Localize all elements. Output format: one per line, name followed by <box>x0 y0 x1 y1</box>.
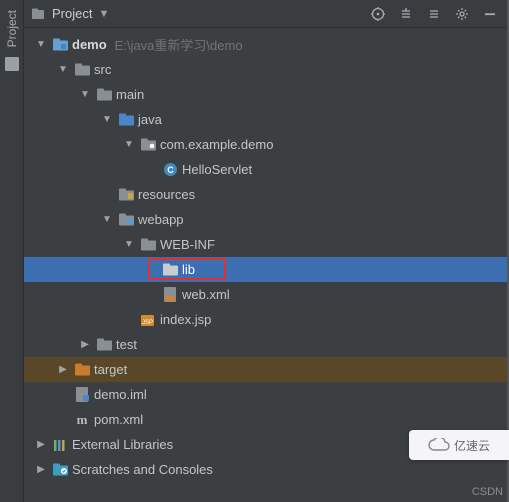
expand-all-icon[interactable] <box>395 3 417 25</box>
tree-label: java <box>138 112 162 127</box>
chevron-right-icon[interactable]: ▶ <box>78 339 92 350</box>
target-folder-icon <box>74 362 90 378</box>
tree-node-webxml[interactable]: ▼ web.xml <box>24 282 507 307</box>
module-folder-icon <box>52 37 68 53</box>
svg-text:C: C <box>167 165 174 175</box>
locate-icon[interactable] <box>367 3 389 25</box>
collapse-all-icon[interactable] <box>423 3 445 25</box>
tree-path-hint: E:\java重新学习\demo <box>115 35 243 54</box>
tree-node-webapp[interactable]: ▼ webapp <box>24 207 507 232</box>
tree-label: External Libraries <box>72 437 173 452</box>
tree-node-src[interactable]: ▼ src <box>24 57 507 82</box>
folder-icon <box>96 87 112 103</box>
csdn-watermark: CSDN <box>472 486 503 498</box>
tree-node-main[interactable]: ▼ main <box>24 82 507 107</box>
folder-icon <box>140 237 156 253</box>
tool-window-stripe[interactable]: Project <box>0 0 24 502</box>
tree-label: src <box>94 62 111 77</box>
chevron-down-icon[interactable]: ▼ <box>100 114 114 125</box>
tree-label: demo <box>72 37 107 52</box>
tree-node-java[interactable]: ▼ java <box>24 107 507 132</box>
library-icon <box>52 437 68 453</box>
maven-file-icon: m <box>74 412 90 428</box>
tree-label: Scratches and Consoles <box>72 462 213 477</box>
tree-node-test[interactable]: ▶ test <box>24 332 507 357</box>
chevron-down-icon[interactable]: ▼ <box>56 64 70 75</box>
tree-label: WEB-INF <box>160 237 215 252</box>
tree-label: main <box>116 87 144 102</box>
tree-node-webinf[interactable]: ▼ WEB-INF <box>24 232 507 257</box>
cloud-watermark: 亿速云 <box>409 430 509 460</box>
svg-text:JSP: JSP <box>141 320 152 326</box>
project-toolbar: Project ▼ <box>24 0 507 28</box>
tree-node-package[interactable]: ▼ com.example.demo <box>24 132 507 157</box>
xml-file-icon <box>162 287 178 303</box>
chevron-down-icon[interactable]: ▼ <box>100 214 114 225</box>
tree-label: lib <box>182 262 195 277</box>
chevron-right-icon[interactable]: ▶ <box>56 364 70 375</box>
tree-label: resources <box>138 187 195 202</box>
folder-icon <box>96 337 112 353</box>
tree-node-scratches[interactable]: ▶ Scratches and Consoles <box>24 457 507 482</box>
chevron-right-icon[interactable]: ▶ <box>34 439 48 450</box>
tree-node-target[interactable]: ▶ target <box>24 357 507 382</box>
tree-label: index.jsp <box>160 312 211 327</box>
chevron-down-icon[interactable]: ▼ <box>34 39 48 50</box>
tree-node-pom[interactable]: ▼ m pom.xml <box>24 407 507 432</box>
tree-node-class[interactable]: ▼ C HelloServlet <box>24 157 507 182</box>
tree-node-indexjsp[interactable]: ▼ JSP index.jsp <box>24 307 507 332</box>
project-tree[interactable]: ▼ demo E:\java重新学习\demo ▼ src ▼ main <box>24 28 507 482</box>
folder-icon <box>5 57 19 71</box>
tree-label: HelloServlet <box>182 162 252 177</box>
web-folder-icon <box>118 212 134 228</box>
tree-label: pom.xml <box>94 412 143 427</box>
chevron-down-icon[interactable]: ▼ <box>122 139 136 150</box>
tree-label: com.example.demo <box>160 137 273 152</box>
hide-icon[interactable] <box>479 3 501 25</box>
tree-node-lib[interactable]: ▼ lib <box>24 257 507 282</box>
chevron-down-icon[interactable]: ▼ <box>122 239 136 250</box>
tree-node-iml[interactable]: ▼ demo.iml <box>24 382 507 407</box>
iml-file-icon <box>74 387 90 403</box>
folder-icon <box>162 262 178 278</box>
tree-label: web.xml <box>182 287 230 302</box>
project-icon <box>30 6 46 22</box>
source-folder-icon <box>118 112 134 128</box>
tree-label: test <box>116 337 137 352</box>
jsp-file-icon: JSP <box>140 312 156 328</box>
settings-icon[interactable] <box>451 3 473 25</box>
chevron-right-icon[interactable]: ▶ <box>34 464 48 475</box>
tree-node-resources[interactable]: ▼ resources <box>24 182 507 207</box>
tree-label: demo.iml <box>94 387 147 402</box>
tree-label: target <box>94 362 127 377</box>
scratches-icon <box>52 462 68 478</box>
resources-folder-icon <box>118 187 134 203</box>
java-class-icon: C <box>162 162 178 178</box>
project-view-title[interactable]: Project <box>52 6 92 21</box>
tree-label: webapp <box>138 212 184 227</box>
folder-icon <box>74 62 90 78</box>
package-icon <box>140 137 156 153</box>
project-tool-tab[interactable]: Project <box>5 6 19 51</box>
chevron-down-icon[interactable]: ▼ <box>78 89 92 100</box>
tree-node-module-root[interactable]: ▼ demo E:\java重新学习\demo <box>24 32 507 57</box>
view-dropdown-icon[interactable]: ▼ <box>98 8 109 20</box>
